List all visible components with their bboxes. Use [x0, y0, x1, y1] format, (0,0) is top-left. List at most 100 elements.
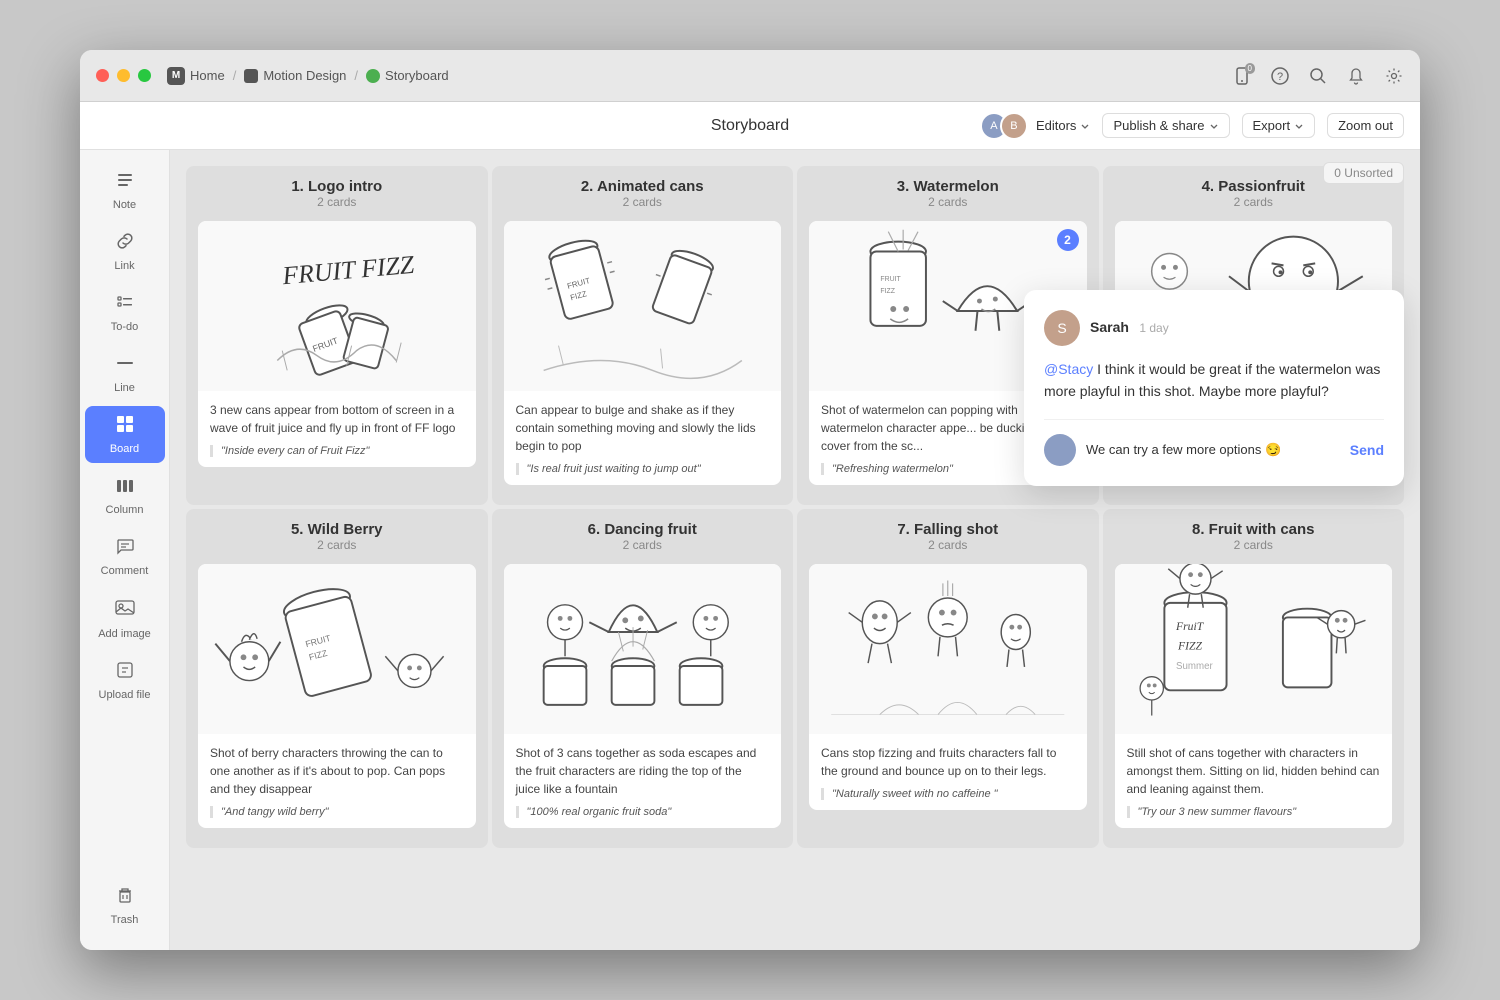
zoom-out-button[interactable]: Zoom out — [1327, 113, 1404, 138]
card-6-1[interactable]: Shot of 3 cans together as soda escapes … — [504, 564, 782, 828]
sidebar-item-todo[interactable]: To-do — [85, 284, 165, 341]
card-image-7-1 — [809, 564, 1087, 734]
svg-text:FRUIT: FRUIT — [880, 276, 901, 283]
app-window: M Home / Motion Design / Storyboard 0 ? — [80, 50, 1420, 950]
titlebar: M Home / Motion Design / Storyboard 0 ? — [80, 50, 1420, 102]
card-8-1[interactable]: FruiT FIZZ Summer — [1115, 564, 1393, 828]
breadcrumb-home[interactable]: M Home — [167, 67, 225, 85]
col-title-3: 3. Watermelon — [809, 178, 1087, 195]
svg-text:Summer: Summer — [1176, 661, 1213, 672]
export-button[interactable]: Export — [1242, 113, 1316, 138]
card-quote-1-1: "Inside every can of Fruit Fizz" — [210, 445, 464, 457]
col-subtitle-4: 2 cards — [1115, 195, 1393, 209]
col-title-7: 7. Falling shot — [809, 521, 1087, 538]
line-icon — [115, 353, 135, 378]
card-desc-6-1: Shot of 3 cans together as soda escapes … — [516, 744, 770, 798]
sidebar-item-trash[interactable]: Trash — [85, 877, 165, 934]
card-image-8-1: FruiT FIZZ Summer — [1115, 564, 1393, 734]
main-area: Note Link To-do Line — [80, 150, 1420, 950]
col-title-2: 2. Animated cans — [504, 178, 782, 195]
breadcrumb-storyboard[interactable]: Storyboard — [366, 68, 449, 83]
card-quote-8-1: "Try our 3 new summer flavours" — [1127, 806, 1381, 818]
comment-author: Sarah — [1090, 319, 1129, 335]
column-icon — [115, 475, 135, 500]
motion-icon — [244, 69, 258, 83]
close-button[interactable] — [96, 69, 109, 82]
board-grid-row2: 5. Wild Berry 2 cards FRUIT FI — [186, 509, 1404, 848]
breadcrumb-motion[interactable]: Motion Design — [244, 68, 346, 83]
card-body-5-1: Shot of berry characters throwing the ca… — [198, 734, 476, 828]
reply-input-text[interactable]: We can try a few more options 😏 — [1086, 442, 1340, 458]
sidebar-item-note[interactable]: Note — [85, 162, 165, 219]
col-header-6: 6. Dancing fruit 2 cards — [504, 521, 782, 552]
card-desc-7-1: Cans stop fizzing and fruits characters … — [821, 744, 1075, 780]
card-body-7-1: Cans stop fizzing and fruits characters … — [809, 734, 1087, 810]
sidebar-label-upload: Upload file — [99, 689, 151, 701]
comment-reply: We can try a few more options 😏 Send — [1044, 419, 1384, 466]
sidebar-item-comment[interactable]: Comment — [85, 528, 165, 585]
send-button[interactable]: Send — [1350, 442, 1384, 458]
col-header-8: 8. Fruit with cans 2 cards — [1115, 521, 1393, 552]
phone-badge: 0 — [1245, 63, 1255, 74]
card-image-5-1: FRUIT FIZZ — [198, 564, 476, 734]
svg-text:FruiT: FruiT — [1175, 620, 1205, 633]
sidebar-item-line[interactable]: Line — [85, 345, 165, 402]
breadcrumb: M Home / Motion Design / Storyboard — [167, 67, 449, 85]
search-icon[interactable] — [1308, 66, 1328, 86]
titlebar-actions: 0 ? — [1232, 66, 1404, 86]
sidebar-item-board[interactable]: Board — [85, 406, 165, 463]
phone-icon[interactable]: 0 — [1232, 66, 1252, 86]
motion-label[interactable]: Motion Design — [263, 68, 346, 83]
col-header-5: 5. Wild Berry 2 cards — [198, 521, 476, 552]
card-quote-2-1: "Is real fruit just waiting to jump out" — [516, 463, 770, 475]
column-dancing-fruit: 6. Dancing fruit 2 cards — [492, 509, 794, 848]
note-icon — [115, 170, 135, 195]
minimize-button[interactable] — [117, 69, 130, 82]
card-1-1[interactable]: FRUIT FIZZ FRUIT — [198, 221, 476, 467]
bell-icon[interactable] — [1346, 66, 1366, 86]
storyboard-icon — [366, 69, 380, 83]
help-icon[interactable]: ? — [1270, 66, 1290, 86]
todo-icon — [115, 292, 135, 317]
card-quote-7-1: "Naturally sweet with no caffeine " — [821, 788, 1075, 800]
card-body-2-1: Can appear to bulge and shake as if they… — [504, 391, 782, 485]
settings-icon[interactable] — [1384, 66, 1404, 86]
trash-icon — [115, 885, 135, 910]
reply-avatar — [1044, 434, 1076, 466]
card-5-1[interactable]: FRUIT FIZZ — [198, 564, 476, 828]
storyboard-label[interactable]: Storyboard — [385, 68, 449, 83]
topbar: Storyboard A B Editors Publish & share E… — [80, 102, 1420, 150]
sidebar-label-column: Column — [106, 504, 144, 516]
comment-meta: Sarah 1 day — [1090, 319, 1169, 337]
traffic-lights — [96, 69, 151, 82]
home-icon: M — [167, 67, 185, 85]
svg-text:?: ? — [1277, 71, 1283, 83]
page-title: Storyboard — [711, 117, 789, 135]
publish-button[interactable]: Publish & share — [1102, 113, 1229, 138]
sidebar-item-column[interactable]: Column — [85, 467, 165, 524]
board-content: 0 Unsorted 1. Logo intro 2 cards FRUIT F… — [170, 150, 1420, 950]
col-title-1: 1. Logo intro — [198, 178, 476, 195]
svg-text:FIZZ: FIZZ — [1176, 639, 1201, 652]
sidebar-label-trash: Trash — [111, 914, 139, 926]
avatar-2: B — [1000, 112, 1028, 140]
card-image-1-1: FRUIT FIZZ FRUIT — [198, 221, 476, 391]
col-header-7: 7. Falling shot 2 cards — [809, 521, 1087, 552]
sidebar-item-upload[interactable]: Upload file — [85, 652, 165, 709]
editors-button[interactable]: Editors — [1036, 118, 1090, 133]
fullscreen-button[interactable] — [138, 69, 151, 82]
card-7-1[interactable]: Cans stop fizzing and fruits characters … — [809, 564, 1087, 810]
sidebar-item-link[interactable]: Link — [85, 223, 165, 280]
col-header-3: 3. Watermelon 2 cards — [809, 178, 1087, 209]
comment-avatar: S — [1044, 310, 1080, 346]
comment-badge[interactable]: 2 — [1057, 229, 1079, 251]
column-wild-berry: 5. Wild Berry 2 cards FRUIT FI — [186, 509, 488, 848]
card-desc-8-1: Still shot of cans together with charact… — [1127, 744, 1381, 798]
unsorted-badge: 0 Unsorted — [1323, 162, 1404, 184]
sidebar-item-add-image[interactable]: Add image — [85, 589, 165, 648]
home-label[interactable]: Home — [190, 68, 225, 83]
card-desc-2-1: Can appear to bulge and shake as if they… — [516, 401, 770, 455]
card-2-1[interactable]: FRUIT FIZZ — [504, 221, 782, 485]
col-title-5: 5. Wild Berry — [198, 521, 476, 538]
comment-header: S Sarah 1 day — [1044, 310, 1384, 346]
